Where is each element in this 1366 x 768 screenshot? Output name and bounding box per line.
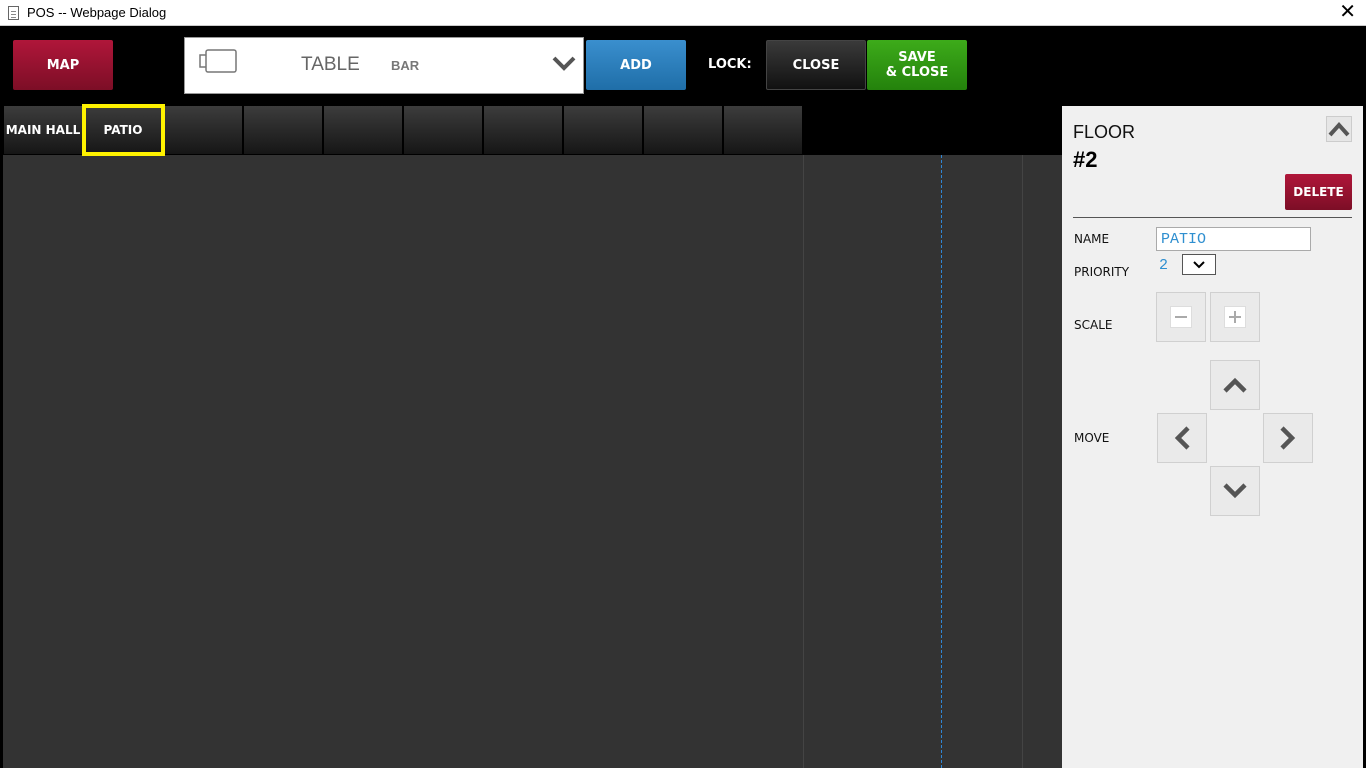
option-bar[interactable]: BAR	[391, 58, 419, 73]
option-table[interactable]: TABLE	[301, 54, 360, 76]
canvas-guide-line	[941, 155, 942, 768]
scale-label: SCALE	[1074, 318, 1113, 332]
document-icon	[8, 6, 19, 20]
arrow-down-icon	[1223, 483, 1247, 499]
add-button[interactable]: ADD	[586, 40, 686, 90]
collapse-panel-button[interactable]	[1326, 116, 1352, 142]
arrow-left-icon	[1174, 426, 1190, 450]
chevron-down-icon[interactable]	[551, 52, 577, 74]
delete-floor-button[interactable]: DELETE	[1285, 174, 1352, 210]
priority-label: PRIORITY	[1074, 265, 1130, 279]
canvas-divider	[803, 155, 804, 768]
map-button[interactable]: MAP	[13, 40, 113, 90]
priority-value: 2	[1159, 257, 1169, 274]
object-type-selector[interactable]: TABLE BAR	[184, 37, 584, 94]
toolbar: MAP TABLE BAR ADD LOCK: CLOSE SAVE & CLO…	[0, 26, 1366, 106]
arrow-right-icon	[1280, 426, 1296, 450]
name-label: NAME	[1074, 232, 1110, 246]
floor-tabs: MAIN HALL PATIO	[0, 104, 1062, 156]
scale-up-button[interactable]	[1210, 292, 1260, 342]
priority-dropdown[interactable]	[1182, 254, 1216, 275]
lock-label: LOCK:	[708, 57, 752, 72]
move-right-button[interactable]	[1263, 413, 1313, 463]
floor-label: FLOOR	[1073, 122, 1136, 142]
save-and-close-button[interactable]: SAVE & CLOSE	[867, 40, 967, 90]
chevron-down-icon	[1193, 260, 1205, 268]
tab-empty-8[interactable]	[564, 106, 643, 154]
window-titlebar: POS -- Webpage Dialog ✕	[0, 0, 1366, 26]
plus-icon	[1224, 306, 1246, 328]
chevron-up-icon	[1328, 122, 1350, 137]
tab-empty-3[interactable]	[164, 106, 243, 154]
canvas-divider	[1022, 155, 1023, 768]
tab-patio[interactable]: PATIO	[82, 104, 165, 156]
save-line2: & CLOSE	[885, 65, 949, 80]
tab-empty-7[interactable]	[484, 106, 563, 154]
tab-empty-4[interactable]	[244, 106, 323, 154]
close-button[interactable]: CLOSE	[766, 40, 866, 90]
move-label: MOVE	[1074, 431, 1110, 445]
tab-main-hall[interactable]: MAIN HALL	[4, 106, 83, 154]
floor-name-input[interactable]	[1156, 227, 1311, 251]
scale-down-button[interactable]	[1156, 292, 1206, 342]
move-left-button[interactable]	[1157, 413, 1207, 463]
tab-empty-6[interactable]	[404, 106, 483, 154]
tab-empty-10[interactable]	[724, 106, 803, 154]
floor-properties-panel: FLOOR #2 DELETE NAME PRIORITY 2 SCALE MO…	[1062, 106, 1363, 768]
move-down-button[interactable]	[1210, 466, 1260, 516]
floor-canvas[interactable]	[3, 155, 1062, 768]
table-shape-icon	[199, 49, 237, 73]
tab-empty-5[interactable]	[324, 106, 403, 154]
save-line1: SAVE	[898, 50, 936, 65]
tab-empty-9[interactable]	[644, 106, 723, 154]
minus-icon	[1170, 306, 1192, 328]
panel-divider	[1073, 217, 1352, 218]
arrow-up-icon	[1223, 377, 1247, 393]
window-title: POS -- Webpage Dialog	[27, 5, 167, 20]
window-close-icon[interactable]: ✕	[1339, 2, 1356, 22]
move-up-button[interactable]	[1210, 360, 1260, 410]
floor-number: #2	[1073, 147, 1098, 172]
